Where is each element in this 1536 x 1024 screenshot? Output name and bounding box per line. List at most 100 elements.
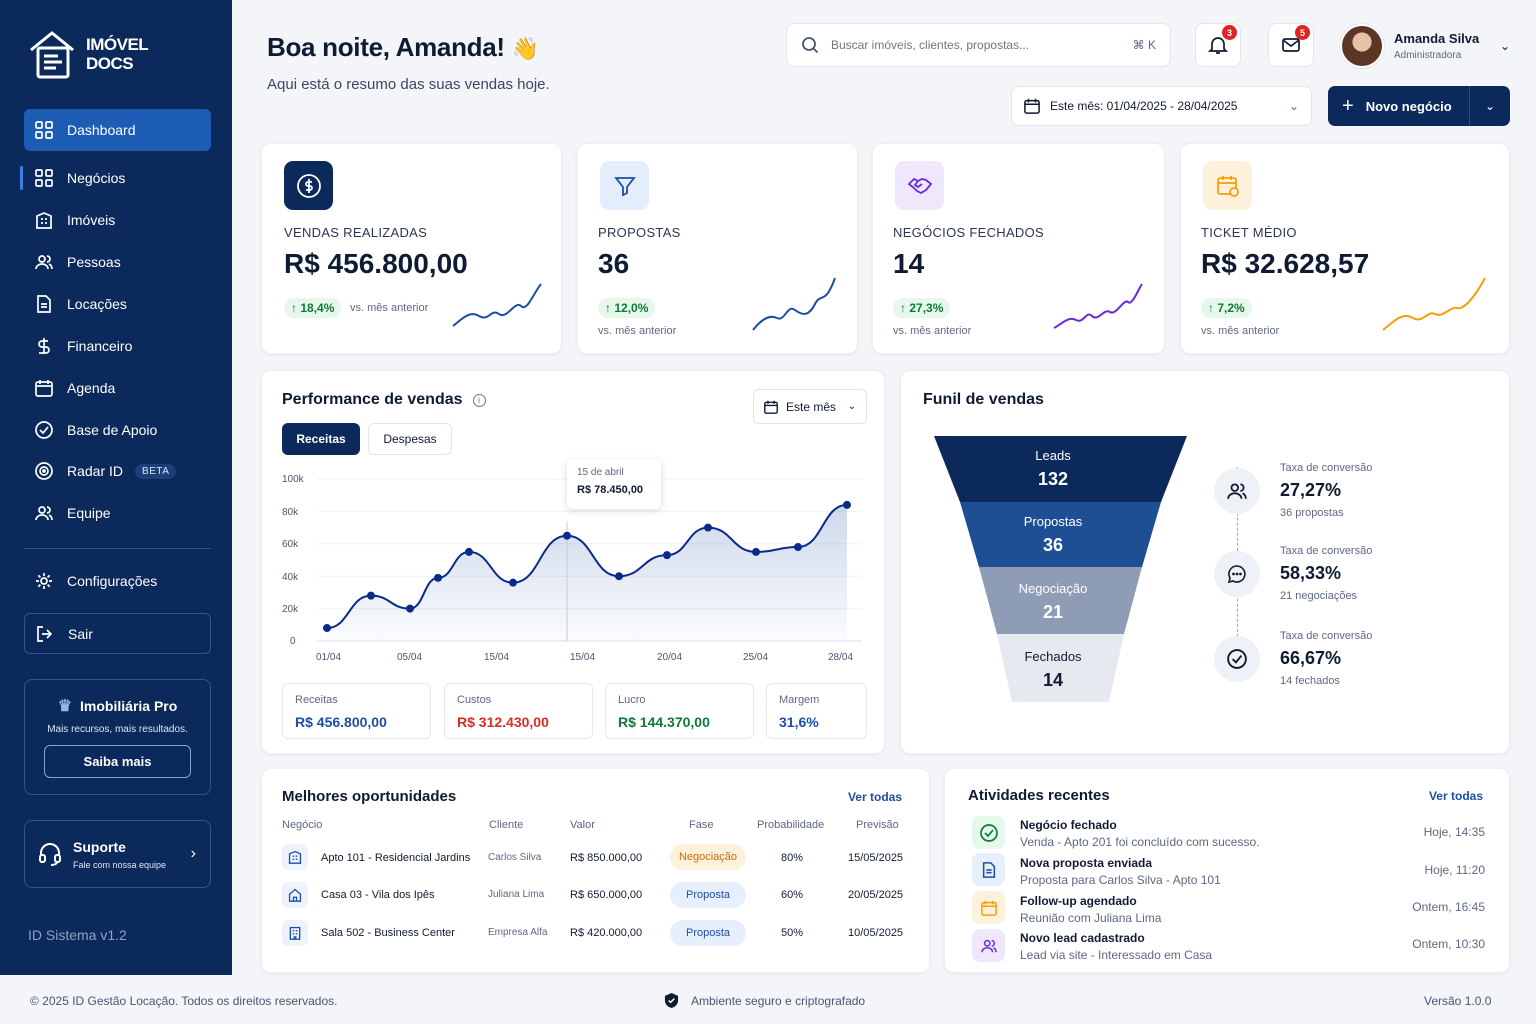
footer-secure: Ambiente seguro e criptografado <box>664 992 865 1009</box>
x-tick-label: 15/04 <box>484 652 510 663</box>
kpi-comparison: vs. mês anterior <box>1201 325 1280 337</box>
support-card[interactable]: Suporte Fale com nossa equipe › <box>24 820 211 888</box>
card-title: Melhores oportunidades <box>282 788 457 805</box>
sidebar-item-imoveis[interactable]: Imóveis <box>24 199 211 241</box>
kpi-label: PROPOSTAS <box>598 225 681 240</box>
calendar-icon <box>972 891 1005 924</box>
deal-value: R$ 850.000,00 <box>570 852 643 864</box>
kpi-value: 36 <box>598 248 630 279</box>
sidebar-item-configuracoes[interactable]: Configurações <box>24 560 211 602</box>
deal-name: Apto 101 - Residencial Jardins <box>321 852 471 864</box>
kpi-label: TICKET MÉDIO <box>1201 225 1297 240</box>
sidebar-item-label: Financeiro <box>67 338 133 354</box>
funnel-icon <box>600 161 649 210</box>
dollar-circle-icon <box>284 161 333 210</box>
x-tick-label: 01/04 <box>316 652 342 663</box>
headset-icon <box>39 843 61 866</box>
info-icon[interactable]: i <box>472 393 486 407</box>
sidebar-item-base-de-apoio[interactable]: Base de Apoio <box>24 409 211 451</box>
see-all-activities-link[interactable]: Ver todas <box>1429 789 1483 803</box>
kpi-comparison: vs. mês anterior <box>350 302 429 314</box>
sidebar-item-label: Base de Apoio <box>67 422 158 438</box>
sparkline-chart <box>752 277 836 331</box>
sidebar-item-dashboard[interactable]: Dashboard <box>24 109 211 151</box>
sidebar-item-negocios[interactable]: Negócios <box>24 157 211 199</box>
support-subtitle: Fale com nossa equipe <box>73 859 167 870</box>
sidebar-item-equipe[interactable]: Equipe <box>24 492 211 534</box>
date-filter-select[interactable]: Este mês: 01/04/2025 - 28/04/2025 ⌄ <box>1011 86 1312 126</box>
kpi-card-proposals: PROPOSTAS 36 ↑ 12,0% vs. mês anterior <box>577 143 858 354</box>
sidebar-item-locacoes[interactable]: Locações <box>24 283 211 325</box>
learn-more-button[interactable]: Saiba mais <box>44 745 191 778</box>
client-name: Empresa Alfa <box>488 927 548 938</box>
kpi-card-closed-deals: NEGÓCIOS FECHADOS 14 ↑ 27,3% vs. mês ant… <box>872 143 1165 354</box>
calendar-icon <box>764 400 778 414</box>
search-input[interactable] <box>831 38 1121 52</box>
activity-title: Follow-up agendado <box>1020 894 1137 908</box>
tooltip-value: R$ 78.450,00 <box>577 484 644 496</box>
user-name: Amanda Silva <box>1394 31 1480 46</box>
summary-value: 31,6% <box>779 714 819 730</box>
column-header: Probabilidade <box>757 819 825 831</box>
sidebar-item-pessoas[interactable]: Pessoas <box>24 241 211 283</box>
chat-icon <box>1214 551 1260 597</box>
deal-value: R$ 420.000,00 <box>570 927 643 939</box>
activity-time: Hoje, 14:35 <box>1423 825 1485 839</box>
conversion-rate-2: Taxa de conversão 58,33% 21 negociações <box>1280 545 1373 602</box>
see-all-opportunities-link[interactable]: Ver todas <box>848 790 902 804</box>
funnel-negotiation: Negociação 21 <box>1018 581 1088 622</box>
chart-tooltip: 15 de abril R$ 78.450,00 <box>567 459 661 509</box>
activity-time: Ontem, 10:30 <box>1412 937 1485 951</box>
summary-label: Margem <box>779 694 820 706</box>
sidebar-item-radar-id[interactable]: Radar ID BETA <box>24 450 211 492</box>
data-point <box>663 551 671 560</box>
column-header: Negócio <box>282 819 323 831</box>
chevron-down-icon: ⌄ <box>1288 99 1299 113</box>
conversion-rate-1: Taxa de conversão 27,27% 36 propostas <box>1280 462 1373 519</box>
activity-time: Ontem, 16:45 <box>1412 900 1485 914</box>
deal-value: R$ 650.000,00 <box>570 889 643 901</box>
support-title: Suporte <box>73 838 126 855</box>
sidebar-item-label: Configurações <box>67 573 158 589</box>
kpi-label: NEGÓCIOS FECHADOS <box>893 225 1045 240</box>
search-icon <box>802 37 819 54</box>
period-select[interactable]: Este mês ⌄ <box>753 389 867 424</box>
search-bar[interactable]: ⌘ K <box>786 23 1171 67</box>
gear-icon <box>36 573 52 589</box>
activity-subtitle: Reunião com Juliana Lima <box>1020 911 1162 925</box>
system-version: ID Sistema v1.2 <box>28 927 127 943</box>
promo-title: Imobiliária Pro <box>80 698 178 714</box>
best-opportunities-card: Melhores oportunidades Ver todas Negócio… <box>261 768 930 973</box>
notifications-button[interactable]: 3 <box>1195 23 1241 67</box>
logout-button[interactable]: Sair <box>24 613 211 654</box>
phase-badge: Proposta <box>670 920 746 946</box>
phase-badge: Negociação <box>670 844 746 870</box>
recent-activities-card: Atividades recentes Ver todas Negócio fe… <box>944 768 1510 973</box>
client-name: Juliana Lima <box>488 889 545 900</box>
sidebar-item-financeiro[interactable]: Financeiro <box>24 325 211 367</box>
sidebar-item-label: Dashboard <box>67 122 136 138</box>
kpi-change-badge: ↑ 7,2% <box>1201 298 1252 318</box>
summary-margin: Margem 31,6% <box>766 683 867 739</box>
new-deal-button[interactable]: + Novo negócio ⌄ <box>1328 86 1510 126</box>
sparkline-chart <box>1382 277 1486 331</box>
summary-label: Lucro <box>618 694 646 706</box>
tab-revenue[interactable]: Receitas <box>282 423 360 455</box>
tab-expenses[interactable]: Despesas <box>368 423 452 455</box>
summary-revenue: Receitas R$ 456.800,00 <box>282 683 431 739</box>
team-icon <box>35 506 53 521</box>
messages-button[interactable]: 5 <box>1268 23 1314 67</box>
sidebar-item-agenda[interactable]: Agenda <box>24 367 211 409</box>
sidebar-item-label: Radar ID <box>67 463 124 479</box>
brand-logo[interactable]: IMÓVEL DOCS <box>26 28 149 80</box>
user-menu[interactable]: Amanda Silva Administradora ⌄ <box>1340 22 1510 70</box>
forecast-date: 20/05/2025 <box>848 889 904 901</box>
summary-label: Custos <box>457 694 492 706</box>
new-deal-label: Novo negócio <box>1365 98 1452 114</box>
kpi-value: R$ 456.800,00 <box>284 248 468 279</box>
new-deal-dropdown[interactable]: ⌄ <box>1469 86 1510 126</box>
check-circle-icon <box>1214 636 1260 682</box>
forecast-date: 15/05/2025 <box>848 852 904 864</box>
y-tick-label: 80k <box>282 507 299 518</box>
active-marker <box>20 166 23 190</box>
